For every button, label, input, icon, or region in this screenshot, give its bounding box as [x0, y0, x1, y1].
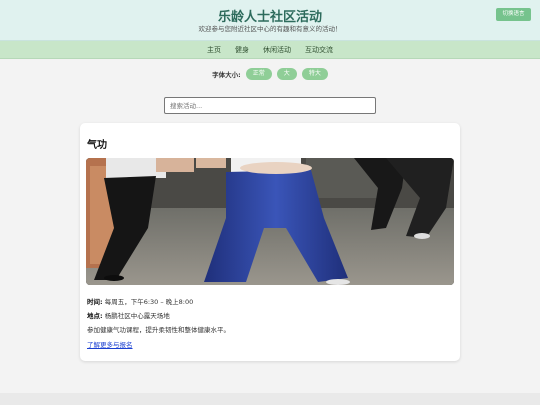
activity-location: 地点: 杨鹏社区中心露天场地 [87, 310, 170, 320]
main-nav: 主页 健身 休闲活动 互动交流 [0, 41, 540, 59]
time-value: 每周五，下午6:30 – 晚上8:00 [104, 298, 194, 306]
font-size-controls: 字体大小: 正常 大 特大 [0, 67, 540, 80]
activity-photo [86, 158, 454, 285]
qigong-class-photo [86, 158, 454, 285]
time-label: 时间: [87, 298, 103, 306]
nav-item-home[interactable]: 主页 [207, 45, 221, 55]
location-value: 杨鹏社区中心露天场地 [104, 312, 170, 320]
page-subtitle: 欢迎参与您附近社区中心的有趣和有意义的活动！ [198, 25, 342, 33]
activity-card: 气功 时间: 每周五，下午6:30 – 晚上8:00 地点: 杨鹏社区中心露天场… [80, 123, 460, 361]
activity-description: 参加健康气功课程，提升柔韧性和整体健康水平。 [87, 326, 230, 334]
footer [0, 393, 540, 405]
learn-more-link[interactable]: 了解更多与报名 [87, 339, 133, 349]
font-size-xlarge-button[interactable]: 特大 [301, 67, 328, 80]
search-input[interactable] [164, 97, 376, 114]
location-label: 地点: [87, 312, 103, 320]
font-size-label: 字体大小: [212, 70, 241, 79]
header: 乐龄人士社区活动 欢迎参与您附近社区中心的有趣和有意义的活动！ 切换语言 [0, 0, 540, 41]
nav-item-fitness[interactable]: 健身 [235, 45, 249, 55]
font-size-normal-button[interactable]: 正常 [245, 67, 272, 80]
nav-item-interaction[interactable]: 互动交流 [305, 45, 333, 55]
activity-time: 时间: 每周五，下午6:30 – 晚上8:00 [87, 296, 193, 306]
activity-title: 气功 [87, 140, 107, 151]
switch-language-button[interactable]: 切换语言 [496, 8, 531, 21]
font-size-large-button[interactable]: 大 [276, 67, 297, 80]
nav-item-leisure[interactable]: 休闲活动 [263, 45, 291, 55]
